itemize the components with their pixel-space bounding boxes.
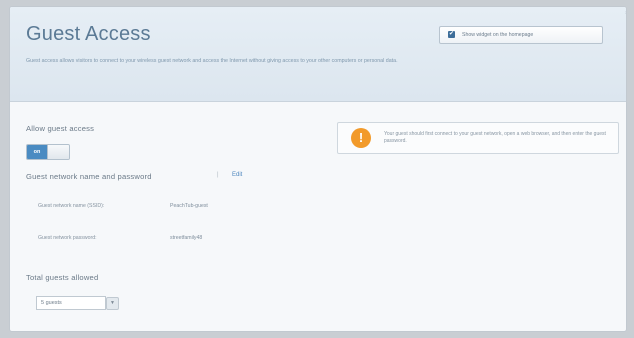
show-widget-label: Show widget on the homepage — [462, 32, 534, 38]
password-label: Guest network password: — [38, 235, 97, 241]
chevron-down-icon[interactable]: ▼ — [106, 297, 119, 310]
info-notice: ! Your guest should first connect to you… — [337, 122, 619, 154]
notice-text: Your guest should first connect to your … — [384, 131, 606, 144]
warning-icon: ! — [351, 128, 371, 148]
panel-header: Guest Access Guest access allows visitor… — [10, 7, 626, 102]
toggle-on-label: on — [27, 145, 47, 159]
page-description: Guest access allows visitors to connect … — [26, 58, 398, 64]
allow-guest-label: Allow guest access — [26, 124, 95, 133]
guest-access-panel: Guest Access Guest access allows visitor… — [9, 6, 627, 332]
checkmark-icon: ✔ — [448, 31, 455, 38]
guests-selected-value: 5 guests — [36, 296, 106, 310]
guest-access-toggle[interactable]: on — [26, 144, 70, 160]
show-widget-checkbox[interactable]: ✔ Show widget on the homepage — [439, 26, 603, 44]
edit-link[interactable]: Edit — [232, 172, 242, 178]
gear-icon[interactable]: ⚙ — [625, 9, 626, 17]
toggle-knob — [47, 145, 69, 159]
page-title: Guest Access — [26, 23, 151, 45]
password-value: streetfamily48 — [170, 235, 203, 241]
ssid-label: Guest network name (SSID): — [38, 203, 105, 209]
network-section-label: Guest network name and password — [26, 172, 152, 181]
total-guests-label: Total guests allowed — [26, 273, 99, 282]
guests-select[interactable]: 5 guests ▼ — [36, 296, 120, 310]
separator: | — [217, 172, 219, 178]
ssid-value: PeachTub-guest — [170, 203, 208, 209]
